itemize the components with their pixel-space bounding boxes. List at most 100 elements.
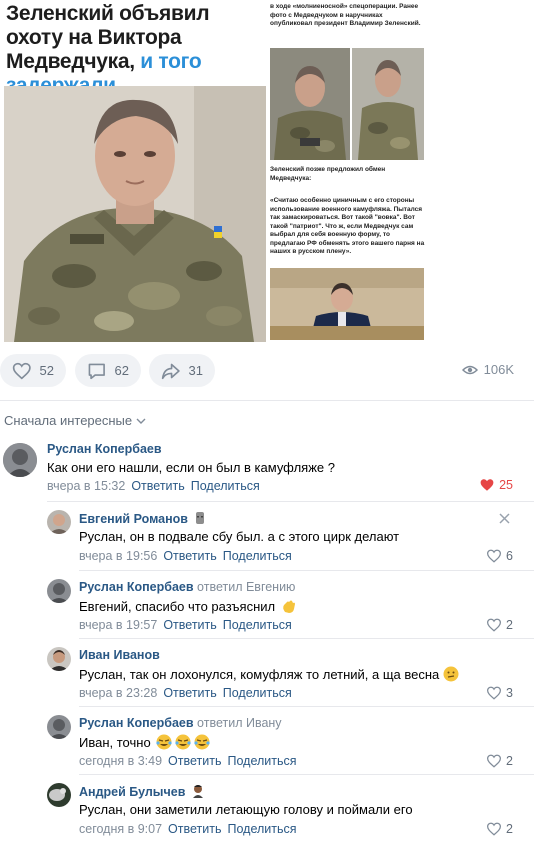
reply-button[interactable]: Ответить: [168, 754, 221, 768]
share-comment-button[interactable]: Поделиться: [223, 686, 292, 700]
comment-time[interactable]: сегодня в 3:49: [79, 754, 162, 768]
heart-icon: [487, 549, 502, 563]
tears-of-joy-emoji-icon: [156, 734, 210, 750]
share-comment-button[interactable]: Поделиться: [227, 754, 296, 768]
comment-time[interactable]: вчера в 19:56: [79, 549, 157, 563]
comment-like-count: 2: [506, 618, 513, 632]
comment-separator: [79, 638, 534, 639]
share-comment-button[interactable]: Поделиться: [191, 479, 260, 493]
avatar[interactable]: [47, 579, 71, 603]
comment-icon: [88, 363, 105, 379]
photo-handcuffed-standing: [352, 48, 424, 160]
comment-meta: вчера в 23:28 Ответить Поделиться: [79, 686, 292, 700]
shares-count: 31: [188, 363, 203, 378]
reply-to-label[interactable]: ответил Ивану: [197, 716, 282, 730]
reply-button[interactable]: Ответить: [163, 618, 216, 632]
share-button[interactable]: 31: [149, 354, 215, 387]
heart-icon: [487, 686, 502, 700]
like-button[interactable]: 52: [0, 354, 66, 387]
reply-button[interactable]: Ответить: [131, 479, 184, 493]
comment-meta: сегодня в 9:07 Ответить Поделиться: [79, 822, 297, 836]
reply-item: Руслан Копербаев ответил Ивану Иван, точ…: [0, 712, 534, 774]
comment-like-button[interactable]: 2: [486, 822, 513, 836]
comment-like-button[interactable]: 3: [486, 686, 513, 700]
reply-button[interactable]: Ответить: [163, 686, 216, 700]
share-comment-button[interactable]: Поделиться: [223, 618, 292, 632]
comment-text: Руслан, так он лохонулся, комуфляж то ле…: [79, 666, 459, 682]
likes-count: 52: [39, 363, 54, 378]
chevron-down-icon: [136, 418, 146, 424]
comment-separator: [79, 570, 534, 571]
comment-author[interactable]: Евгений Романов: [79, 511, 206, 526]
comment-text: Иван, точно: [79, 734, 210, 750]
share-icon: [161, 363, 180, 379]
comment-like-button[interactable]: 2: [486, 754, 513, 768]
moai-emoji-icon: [196, 512, 205, 524]
comment-meta: вчера в 15:32 Ответить Поделиться: [47, 479, 260, 493]
comment-time[interactable]: вчера в 19:57: [79, 618, 157, 632]
reply-item: Иван Иванов Руслан, так он лохонулся, ко…: [0, 644, 534, 706]
heart-icon: [487, 618, 502, 632]
comment-author[interactable]: Руслан Копербаев ответил Евгению: [79, 580, 295, 594]
photo-in-parliament: [270, 268, 424, 340]
comment-separator: [47, 501, 534, 502]
comment-like-button[interactable]: 2: [486, 618, 513, 632]
person-emoji-icon: [192, 785, 203, 798]
photo-handcuffed: [270, 48, 350, 160]
heart-icon: [487, 754, 502, 768]
collage-right-panel: в ходе «молниеносной» спецоперации. Ране…: [270, 0, 534, 345]
reply-button[interactable]: Ответить: [168, 822, 221, 836]
reply-item: Руслан Копербаев ответил Евгению Евгений…: [0, 576, 534, 638]
thinking-emoji-icon: [443, 666, 459, 682]
comment-author[interactable]: Руслан Копербаев: [47, 442, 162, 456]
reply-item: Андрей Булычев Руслан, они заметили лета…: [0, 780, 534, 842]
avatar[interactable]: [47, 715, 71, 739]
collage-left-panel: Зеленский объявил охоту на Виктора Медве…: [0, 0, 266, 345]
post-actions-bar: 52 62 31 106K: [0, 354, 534, 388]
heart-icon: [487, 822, 502, 836]
comment-meta: вчера в 19:56 Ответить Поделиться: [79, 549, 292, 563]
comment-author[interactable]: Андрей Булычев: [79, 784, 204, 799]
avatar[interactable]: [47, 783, 71, 807]
share-comment-button[interactable]: Поделиться: [223, 549, 292, 563]
comment-text: Евгений, спасибо что разъяснил: [79, 598, 297, 614]
close-icon[interactable]: [499, 513, 510, 524]
comment-time[interactable]: вчера в 15:32: [47, 479, 125, 493]
share-comment-button[interactable]: Поделиться: [227, 822, 296, 836]
comment-button[interactable]: 62: [75, 354, 141, 387]
comment-separator: [79, 706, 534, 707]
comment-like-count: 6: [506, 549, 513, 563]
image-headline: Зеленский объявил охоту на Виктора Медве…: [6, 2, 210, 97]
comment-time[interactable]: сегодня в 9:07: [79, 822, 162, 836]
section-divider: [0, 400, 534, 401]
comment-meta: вчера в 19:57 Ответить Поделиться: [79, 618, 292, 632]
article-snippet-2: Зеленский позже предложил обмен Медведчу…: [270, 166, 386, 182]
avatar[interactable]: [47, 647, 71, 671]
comments-count: 62: [114, 363, 129, 378]
views-counter: 106K: [461, 362, 514, 377]
comments-sort-dropdown[interactable]: Сначала интересные: [4, 413, 146, 428]
comment-author[interactable]: Руслан Копербаев ответил Ивану: [79, 716, 282, 730]
reply-to-label[interactable]: ответил Евгению: [197, 580, 295, 594]
comment-like-button[interactable]: 6: [486, 549, 513, 563]
post-image-collage[interactable]: Зеленский объявил охоту на Виктора Медве…: [0, 0, 534, 345]
comment-like-count: 2: [506, 754, 513, 768]
comment-like-count: 2: [506, 822, 513, 836]
avatar[interactable]: [3, 443, 37, 477]
comment-like-count: 3: [506, 686, 513, 700]
comment-separator: [79, 774, 534, 775]
comment-like-count: 25: [499, 478, 513, 492]
views-count: 106K: [483, 362, 514, 377]
comment-author[interactable]: Иван Иванов: [79, 648, 160, 662]
comment-like-button[interactable]: 25: [479, 478, 513, 492]
reply-item: Евгений Романов Руслан, он в подвале сбу…: [0, 507, 534, 569]
heart-icon: [12, 362, 31, 379]
avatar[interactable]: [47, 510, 71, 534]
comment-time[interactable]: вчера в 23:28: [79, 686, 157, 700]
comment-text: Руслан, они заметили летающую голову и п…: [79, 802, 413, 817]
waving-hand-emoji-icon: [282, 600, 295, 613]
comment-text: Руслан, он в подвале сбу был. а с этого …: [79, 529, 400, 544]
photo-medvedchuk-detained: [4, 86, 266, 342]
reply-button[interactable]: Ответить: [163, 549, 216, 563]
comment-meta: сегодня в 3:49 Ответить Поделиться: [79, 754, 297, 768]
